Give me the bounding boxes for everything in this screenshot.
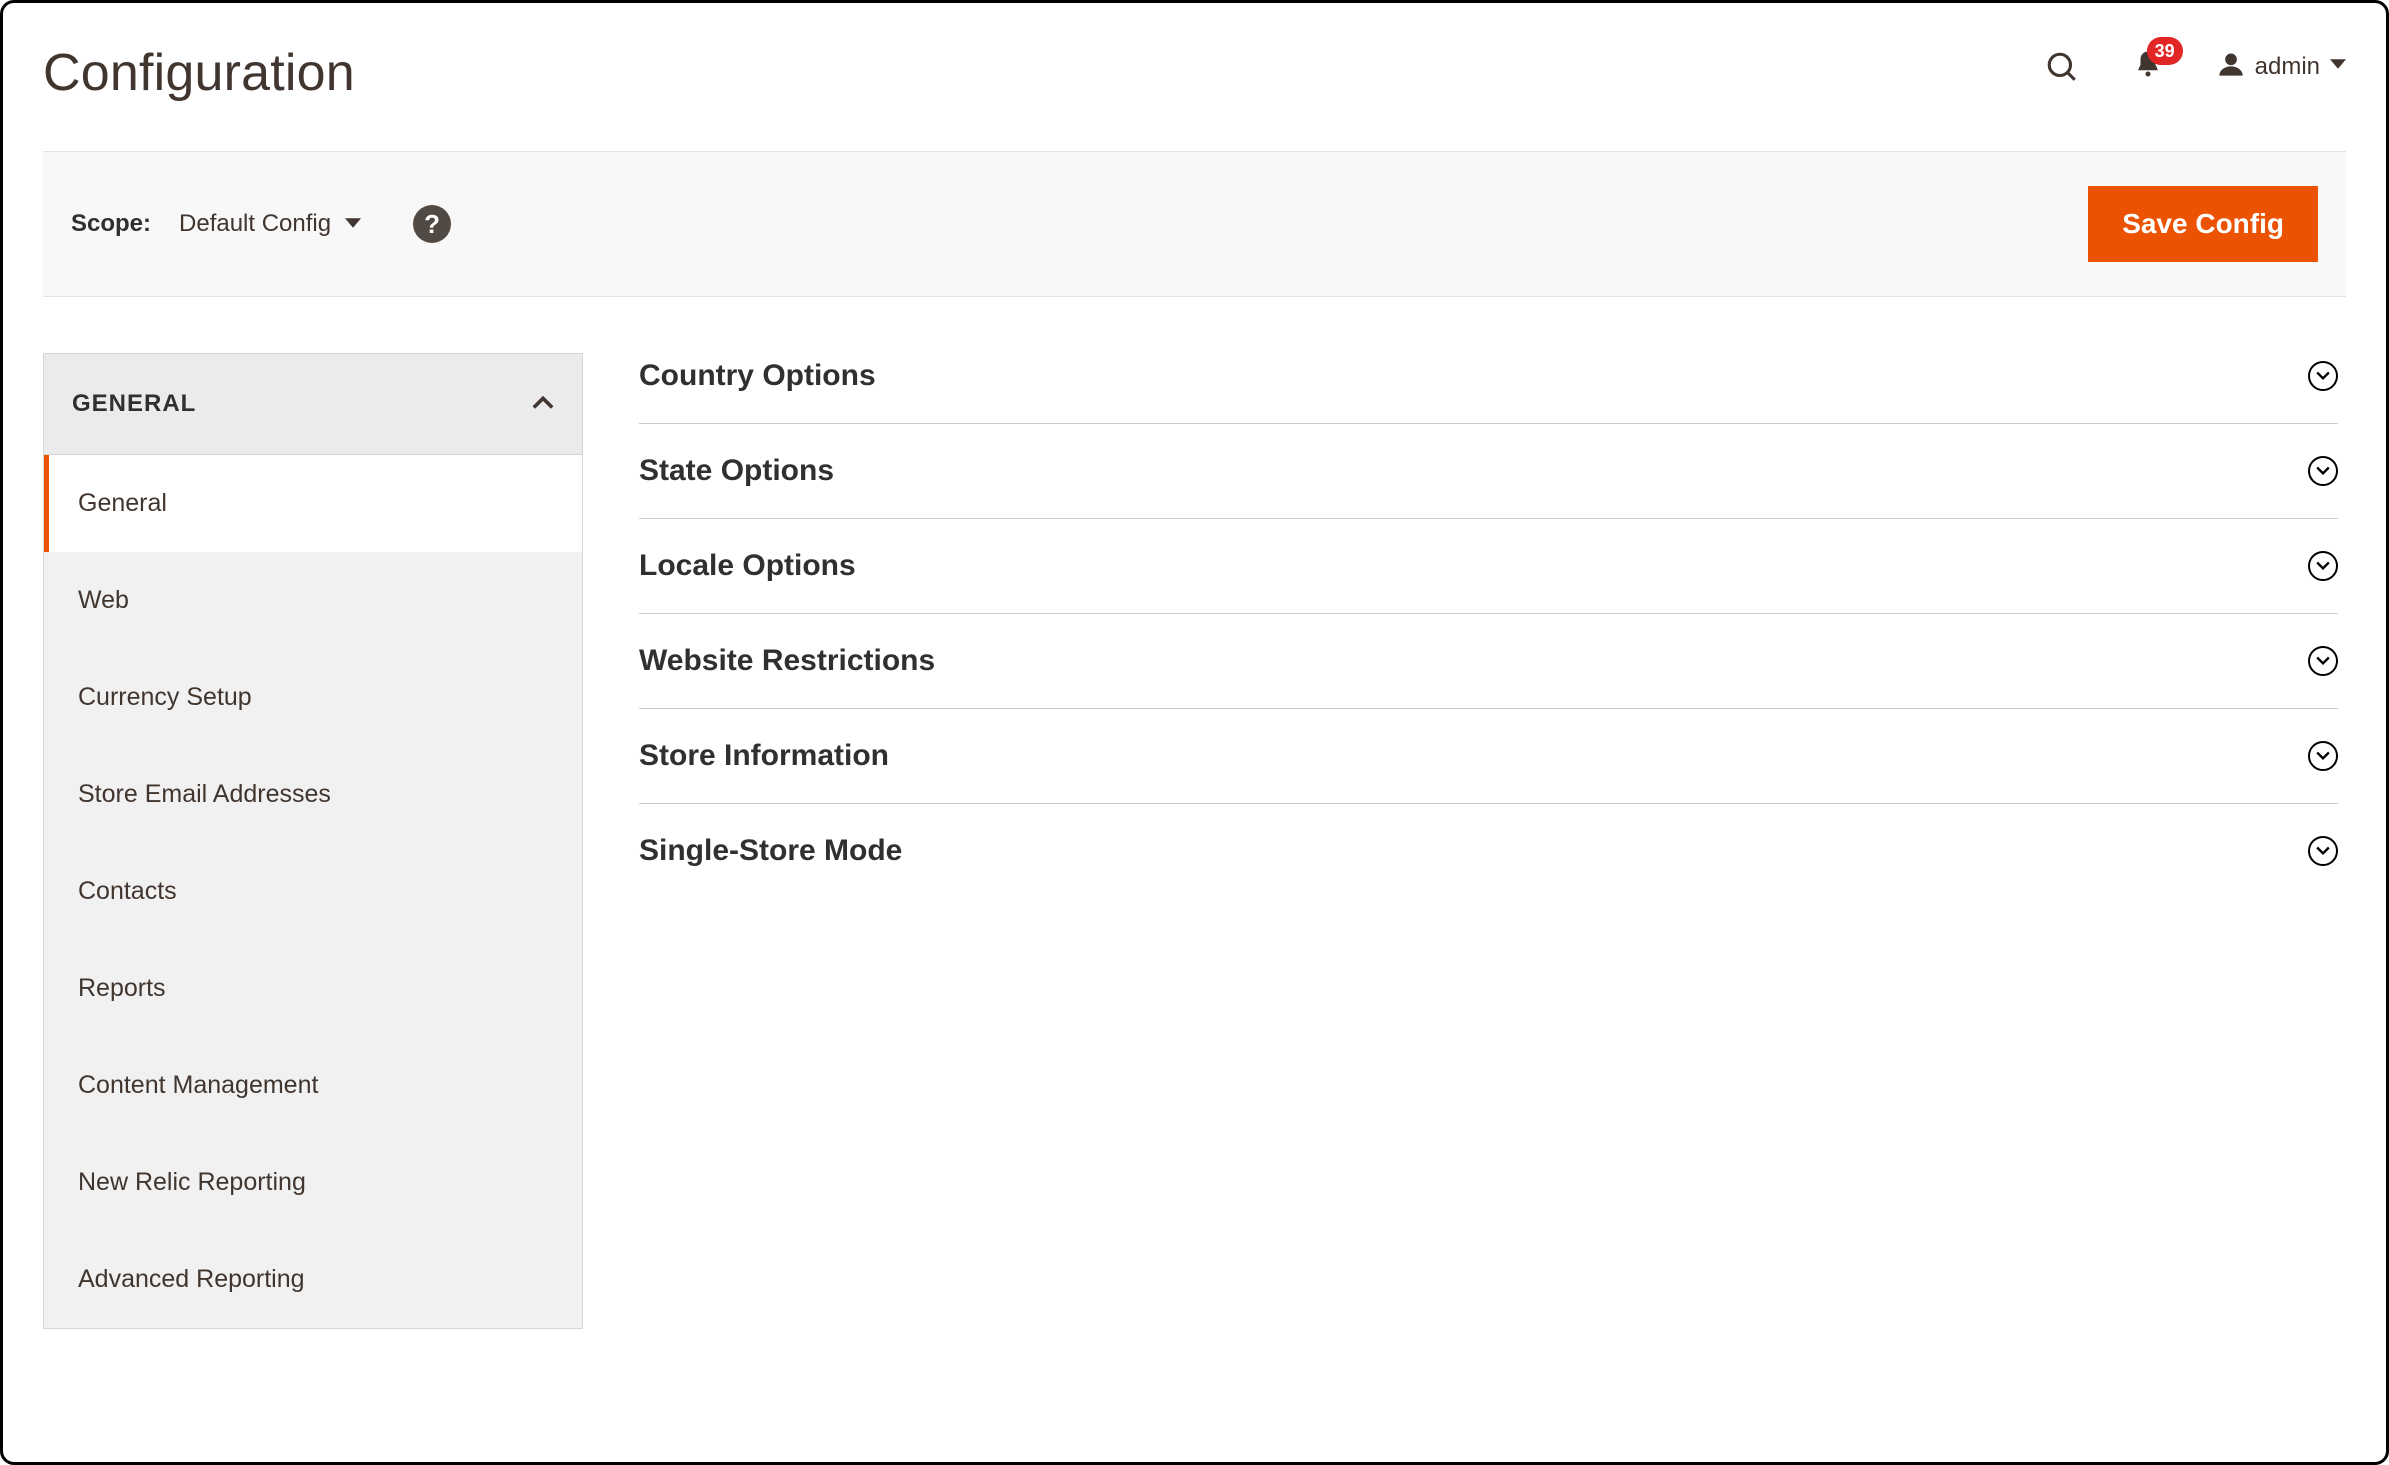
sidebar-group-general[interactable]: GENERAL — [43, 353, 583, 455]
sidebar-item-contacts[interactable]: Contacts — [44, 843, 582, 940]
config-main: Country Options State Options Locale Opt… — [639, 353, 2346, 1329]
scope-select[interactable]: Default Config — [179, 210, 361, 238]
section-website-restrictions[interactable]: Website Restrictions — [639, 614, 2338, 709]
chevron-up-icon — [532, 391, 554, 418]
section-country-options[interactable]: Country Options — [639, 353, 2338, 424]
sidebar-item-label: Currency Setup — [78, 683, 252, 711]
expand-icon — [2308, 361, 2338, 391]
sidebar-item-label: Web — [78, 586, 129, 614]
config-sidebar: GENERAL General Web Currency Setup — [43, 353, 583, 1329]
sidebar-item-store-email-addresses[interactable]: Store Email Addresses — [44, 746, 582, 843]
section-title: State Options — [639, 454, 834, 488]
sidebar-items: General Web Currency Setup Store Email A… — [43, 455, 583, 1329]
notifications-button[interactable]: 39 — [2133, 49, 2163, 84]
search-icon[interactable] — [2045, 50, 2079, 84]
section-title: Country Options — [639, 359, 876, 393]
help-icon[interactable]: ? — [413, 205, 451, 243]
sidebar-item-label: Reports — [78, 974, 166, 1002]
scope-label: Scope: — [71, 210, 151, 238]
page-title: Configuration — [43, 43, 355, 103]
save-config-button[interactable]: Save Config — [2088, 186, 2318, 262]
scope-value: Default Config — [179, 210, 331, 238]
sidebar-item-new-relic-reporting[interactable]: New Relic Reporting — [44, 1134, 582, 1231]
section-title: Store Information — [639, 739, 889, 773]
notification-badge: 39 — [2147, 37, 2183, 65]
user-name-label: admin — [2255, 53, 2320, 81]
sidebar-item-advanced-reporting[interactable]: Advanced Reporting — [44, 1231, 582, 1328]
config-body: GENERAL General Web Currency Setup — [43, 353, 2346, 1329]
toolbar: Scope: Default Config ? Save Config — [43, 151, 2346, 297]
sidebar-item-label: Content Management — [78, 1071, 318, 1099]
scope-selector-wrap: Scope: Default Config ? — [71, 205, 451, 243]
expand-icon — [2308, 456, 2338, 486]
sidebar-item-web[interactable]: Web — [44, 552, 582, 649]
sidebar-item-general[interactable]: General — [44, 455, 582, 552]
sidebar-item-reports[interactable]: Reports — [44, 940, 582, 1037]
caret-down-icon — [345, 210, 361, 238]
sidebar-item-label: Advanced Reporting — [78, 1265, 305, 1293]
section-title: Locale Options — [639, 549, 856, 583]
page-header: Configuration 39 — [43, 43, 2346, 103]
user-menu[interactable]: admin — [2217, 50, 2346, 83]
sidebar-item-content-management[interactable]: Content Management — [44, 1037, 582, 1134]
section-title: Website Restrictions — [639, 644, 935, 678]
sidebar-item-label: General — [78, 489, 167, 517]
sidebar-group-title: GENERAL — [72, 390, 196, 418]
section-locale-options[interactable]: Locale Options — [639, 519, 2338, 614]
sidebar-item-label: New Relic Reporting — [78, 1168, 306, 1196]
section-state-options[interactable]: State Options — [639, 424, 2338, 519]
caret-down-icon — [2330, 56, 2346, 77]
sidebar-item-currency-setup[interactable]: Currency Setup — [44, 649, 582, 746]
section-single-store-mode[interactable]: Single-Store Mode — [639, 804, 2338, 898]
section-store-information[interactable]: Store Information — [639, 709, 2338, 804]
expand-icon — [2308, 551, 2338, 581]
expand-icon — [2308, 836, 2338, 866]
header-actions: 39 admin — [2045, 43, 2346, 84]
sidebar-item-label: Contacts — [78, 877, 177, 905]
user-icon — [2217, 50, 2245, 83]
section-title: Single-Store Mode — [639, 834, 902, 868]
expand-icon — [2308, 646, 2338, 676]
expand-icon — [2308, 741, 2338, 771]
sidebar-item-label: Store Email Addresses — [78, 780, 331, 808]
